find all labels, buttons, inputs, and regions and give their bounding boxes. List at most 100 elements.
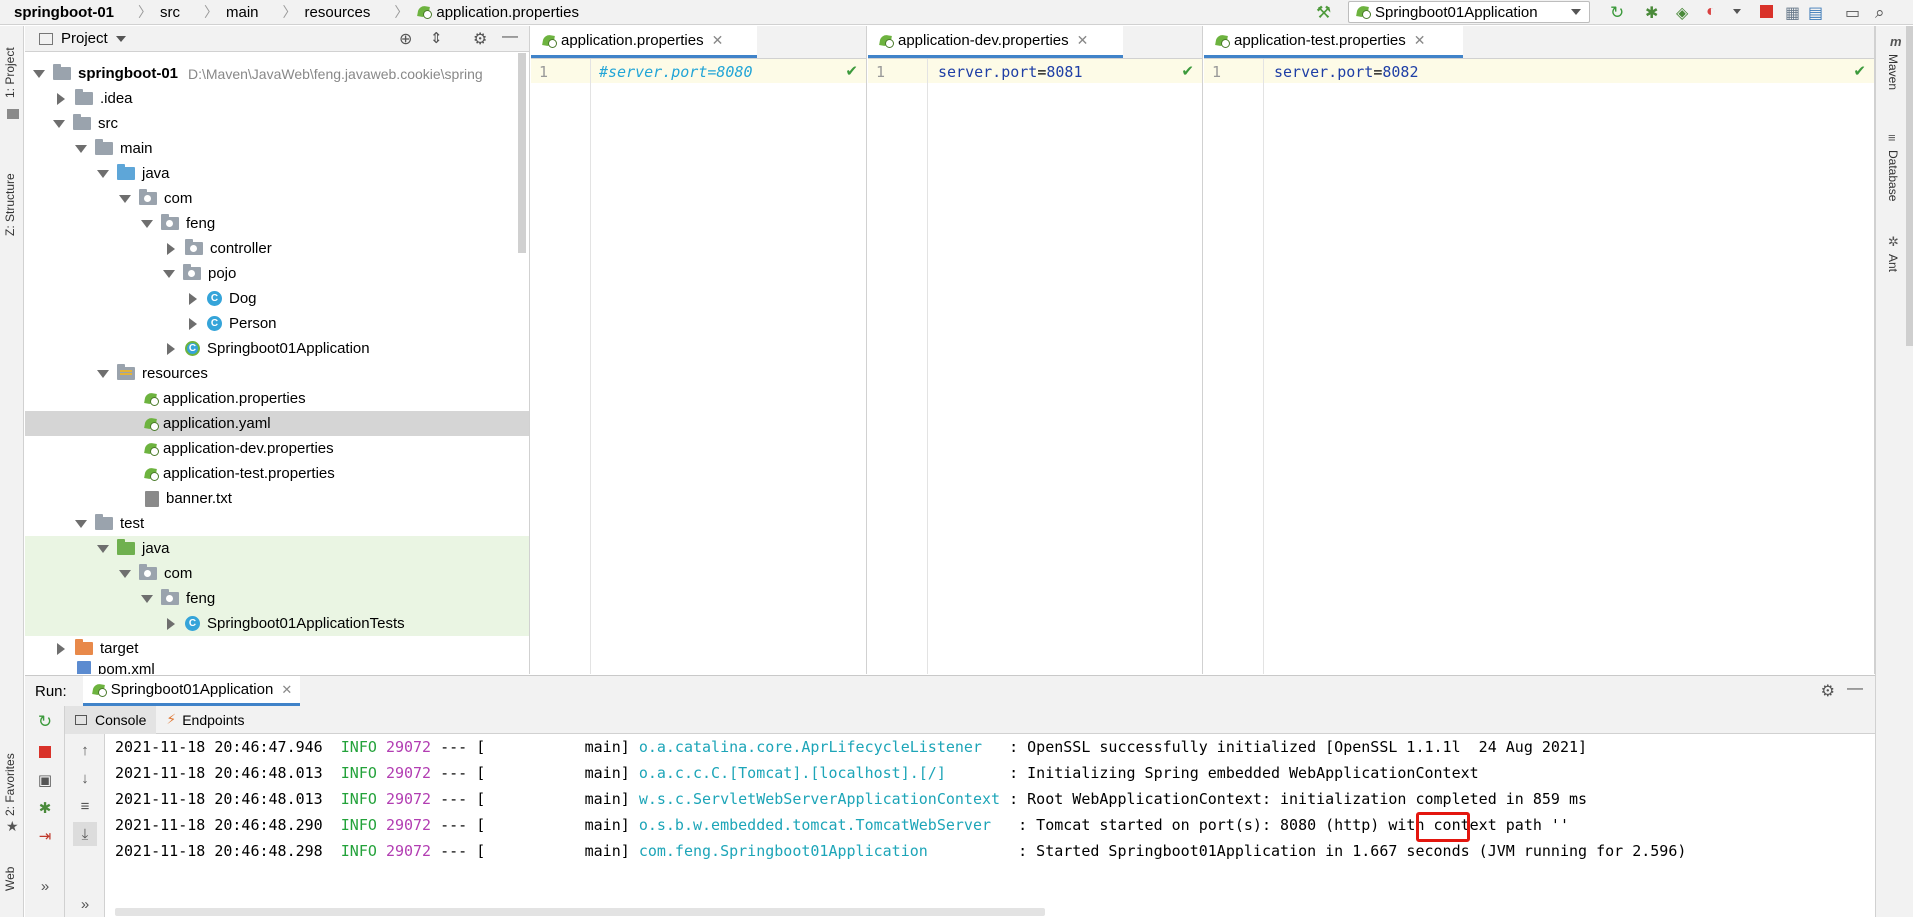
tree-item-pom-xml[interactable]: pom.xml [25,661,529,674]
tool-window-favorites[interactable]: 2: Favorites [3,753,17,816]
tree-item-test-java[interactable]: java [25,536,529,561]
expand-arrow-icon[interactable] [75,519,87,528]
log-logger[interactable]: com.feng.Springboot01Application [639,842,1009,860]
tree-item-controller[interactable]: controller [25,236,529,261]
code-line[interactable]: server.port=8081 [938,63,1083,81]
debug-icon[interactable]: ✱ [35,798,55,818]
scrollbar[interactable] [518,53,526,253]
tree-item-project-root[interactable]: springboot-01 D:\Maven\JavaWeb\feng.java… [25,61,529,86]
layout-icon[interactable]: ▭ [1845,3,1863,22]
expand-arrow-icon[interactable] [167,342,175,355]
scroll-to-end-icon[interactable]: ⤓ [73,822,97,846]
tool-window-structure[interactable]: Z: Structure [3,173,17,236]
expand-arrow-icon[interactable] [167,242,175,255]
tree-item-test-com[interactable]: com [25,561,529,586]
tool-window-database[interactable]: Database [1886,150,1900,201]
tool-window-ant[interactable]: Ant [1886,254,1900,272]
close-icon[interactable]: ✕ [1414,32,1426,49]
locate-icon[interactable]: ⊕ [399,29,412,49]
tool-window-project[interactable]: 1: Project [3,47,17,98]
tree-item-java[interactable]: java [25,161,529,186]
expand-arrow-icon[interactable] [97,544,109,553]
stop-icon[interactable] [1760,5,1773,18]
build-hammer-icon[interactable]: ⚒ [1316,3,1334,22]
soft-wrap-icon[interactable]: ≡ [75,796,95,816]
expand-arrow-icon[interactable] [141,594,153,603]
expand-arrow-icon[interactable] [167,617,175,630]
tree-item-test[interactable]: test [25,511,529,536]
search-icon[interactable]: ⌕ [1875,3,1893,22]
camera-icon[interactable]: ▣ [35,770,55,790]
log-logger[interactable]: w.s.c.ServletWebServerApplicationContext [639,790,1000,808]
breadcrumb-project[interactable]: springboot-01 [0,4,114,21]
expand-arrow-icon[interactable] [97,169,109,178]
expand-arrow-icon[interactable] [141,219,153,228]
tree-item-application-test-properties[interactable]: application-test.properties [25,461,529,486]
tree-item-resources[interactable]: resources [25,361,529,386]
tree-item-pojo[interactable]: pojo [25,261,529,286]
close-icon[interactable]: ✕ [1077,32,1089,49]
coverage-icon[interactable]: ◈ [1676,3,1694,22]
tab-endpoints[interactable]: ⚡ Endpoints [156,711,254,728]
project-structure-icon[interactable]: ▦ [1785,3,1803,22]
run-configuration-select[interactable]: Springboot01Application [1348,1,1590,23]
console-output[interactable]: 2021-11-18 20:46:47.946 INFO 29072 --- [… [105,734,1875,917]
tab-application-properties[interactable]: application.properties ✕ [531,26,757,58]
more-icon[interactable]: » [75,894,95,914]
breadcrumb-resources[interactable]: resources [297,4,371,21]
expand-arrow-icon[interactable] [189,292,197,305]
tool-window-maven[interactable]: Maven [1886,54,1900,90]
tree-item-idea[interactable]: .idea [25,86,529,111]
expand-arrow-icon[interactable] [57,642,65,655]
expand-arrow-icon[interactable] [97,369,109,378]
chevron-down-icon[interactable] [1733,9,1741,14]
arrow-down-icon[interactable]: ↓ [75,768,95,788]
log-logger[interactable]: o.a.catalina.core.AprLifecycleListener [639,738,1000,756]
tree-item-src[interactable]: src [25,111,529,136]
run-tab[interactable]: Springboot01Application ✕ [82,676,301,706]
chevron-down-icon[interactable] [115,35,126,42]
tree-item-application-properties[interactable]: application.properties [25,386,529,411]
expand-arrow-icon[interactable] [57,92,65,105]
close-icon[interactable]: ✕ [712,32,724,49]
expand-arrow-icon[interactable] [75,144,87,153]
breadcrumb-file[interactable]: application.properties [408,4,579,21]
code-line[interactable]: server.port=8082 [1274,63,1419,81]
collapse-all-icon[interactable]: ⇕ [430,29,443,47]
hide-icon[interactable]: — [502,28,518,46]
tree-item-feng[interactable]: feng [25,211,529,236]
hide-icon[interactable]: — [1847,680,1863,698]
log-logger[interactable]: o.a.c.c.C.[Tomcat].[localhost].[/] [639,764,1000,782]
expand-arrow-icon[interactable] [119,569,131,578]
expand-arrow-icon[interactable] [33,69,45,78]
horizontal-scrollbar[interactable] [115,908,1045,916]
tree-item-dog[interactable]: C Dog [25,286,529,311]
project-view-select[interactable]: Project [61,30,108,47]
tree-item-com[interactable]: com [25,186,529,211]
expand-arrow-icon[interactable] [119,194,131,203]
tool-window-web[interactable]: Web [3,867,17,891]
tab-application-dev-properties[interactable]: application-dev.properties ✕ [868,26,1123,58]
tree-item-application-dev-properties[interactable]: application-dev.properties [25,436,529,461]
tree-item-person[interactable]: C Person [25,311,529,336]
expand-arrow-icon[interactable] [163,269,175,278]
rerun-icon[interactable]: ↻ [1610,3,1628,22]
expand-arrow-icon[interactable] [189,317,197,330]
close-icon[interactable]: ✕ [281,682,292,698]
scrollbar[interactable] [1906,26,1913,346]
expand-arrow-icon[interactable] [53,119,65,128]
tree-item-application-yaml[interactable]: application.yaml [25,411,529,436]
profile-icon[interactable]: ◐ [1706,3,1724,21]
code-line[interactable]: #server.port=8080 [599,63,753,81]
exit-icon[interactable]: ⇥ [35,826,55,846]
tree-item-banner-txt[interactable]: banner.txt [25,486,529,511]
tree-item-target[interactable]: target [25,636,529,661]
debug-icon[interactable]: ✱ [1645,3,1663,22]
more-icon[interactable]: » [35,876,55,896]
gear-icon[interactable]: ⚙ [473,29,487,49]
rerun-icon[interactable]: ↻ [35,712,55,732]
breadcrumb-main[interactable]: main [218,4,259,21]
breadcrumb-src[interactable]: src [152,4,180,21]
tab-application-test-properties[interactable]: application-test.properties ✕ [1204,26,1463,58]
stop-icon[interactable] [35,742,55,762]
